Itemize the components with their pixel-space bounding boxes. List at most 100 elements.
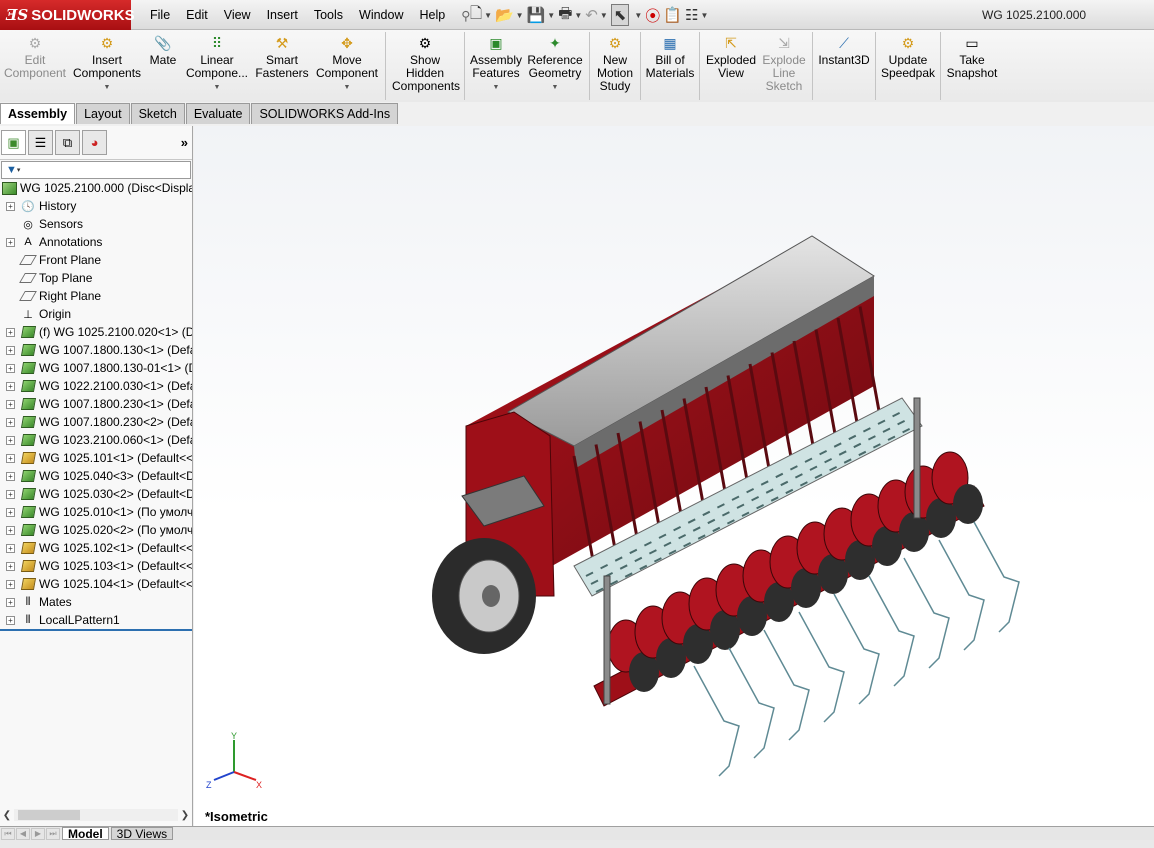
view-settings-icon[interactable]: ▣ — [964, 126, 981, 127]
tree-item[interactable]: + WG 1007.1800.130<1> (Defau — [0, 341, 192, 359]
print-icon[interactable]: 🖶 ▼ — [558, 4, 582, 26]
menu-edit[interactable]: Edit — [178, 8, 216, 22]
tab-3d-views[interactable]: 3D Views — [110, 827, 174, 841]
tree-item[interactable]: + WG 1025.040<3> (Default<D — [0, 467, 192, 485]
previous-view-icon[interactable]: ↺ — [780, 126, 797, 127]
options-icon[interactable]: ☷ ▼ — [685, 4, 708, 26]
expand-toggle-icon[interactable]: + — [6, 525, 15, 535]
new-document-icon[interactable]: 🗋 ▼ — [470, 4, 492, 26]
tree-item[interactable]: + WG 1023.2100.060<1> (Defa — [0, 431, 192, 449]
instant3d-button[interactable]: ⟋ Instant3D — [816, 30, 872, 67]
expand-toggle-icon[interactable]: + — [6, 201, 15, 211]
prev-tab-icon[interactable]: ◀ — [16, 827, 30, 840]
zoom-to-fit-icon[interactable]: 🔍 — [734, 126, 751, 127]
menu-view[interactable]: View — [216, 8, 259, 22]
feature-manager-tab-icon[interactable]: ▣ — [1, 130, 26, 155]
insert-components-button[interactable]: ⚙ Insert Components ▼ — [70, 30, 144, 94]
new-motion-study-button[interactable]: ⚙ New Motion Study — [593, 30, 637, 93]
tree-item[interactable]: + WG 1007.1800.230<1> (Defa — [0, 395, 192, 413]
expand-toggle-icon[interactable]: + — [6, 237, 15, 247]
tab-addins[interactable]: SOLIDWORKS Add-Ins — [251, 103, 399, 124]
edit-component-button[interactable]: ⚙ Edit Component — [0, 30, 70, 80]
menu-file[interactable]: File — [142, 8, 178, 22]
scroll-left-icon[interactable]: ❮ — [0, 810, 14, 821]
configuration-manager-tab-icon[interactable]: ⧉ — [55, 130, 80, 155]
view-orientation-icon[interactable]: ⬓ — [849, 126, 866, 127]
menu-window[interactable]: Window — [351, 8, 411, 22]
tree-item[interactable]: + WG 1025.010<1> (По умолч — [0, 503, 192, 521]
expand-toggle-icon[interactable]: + — [6, 345, 15, 355]
expand-toggle-icon[interactable]: + — [6, 471, 15, 481]
tree-item[interactable]: + WG 1025.103<1> (Default<< — [0, 557, 192, 575]
section-view-icon[interactable]: ◧ — [803, 126, 820, 127]
tree-item[interactable]: Right Plane — [0, 287, 192, 305]
expand-toggle-icon[interactable]: + — [6, 327, 15, 337]
expand-toggle-icon[interactable]: + — [6, 453, 15, 463]
solidworks-logo[interactable]: ƎS SOLIDWORKS — [0, 0, 135, 30]
property-manager-tab-icon[interactable]: ☰ — [28, 130, 53, 155]
tree-item[interactable]: ◎ Sensors — [0, 215, 192, 233]
expand-toggle-icon[interactable]: + — [6, 543, 15, 553]
tree-item[interactable]: + A Annotations — [0, 233, 192, 251]
tree-item[interactable]: + WG 1025.102<1> (Default<< — [0, 539, 192, 557]
tree-item[interactable]: + WG 1025.030<2> (Default<D — [0, 485, 192, 503]
file-properties-icon[interactable]: 📋 — [663, 4, 682, 26]
select-cursor-icon[interactable]: ⬉ — [610, 4, 630, 26]
open-folder-icon[interactable]: 📂 ▼ — [495, 4, 524, 26]
last-tab-icon[interactable]: ⏭ — [46, 827, 60, 840]
tree-item[interactable]: Front Plane — [0, 251, 192, 269]
expand-toggle-icon[interactable]: + — [6, 597, 15, 607]
first-tab-icon[interactable]: ⏮ — [1, 827, 15, 840]
tree-item[interactable]: + WG 1022.2100.030<1> (Defa — [0, 377, 192, 395]
expand-toggle-icon[interactable]: + — [6, 363, 15, 373]
dynamic-annotation-icon[interactable]: ✎ — [826, 126, 843, 127]
menu-insert[interactable]: Insert — [259, 8, 306, 22]
tab-assembly[interactable]: Assembly — [0, 103, 76, 124]
tree-rollback-bar[interactable] — [0, 629, 192, 631]
smart-fasteners-button[interactable]: ⚒ Smart Fasteners — [252, 30, 312, 80]
save-icon[interactable]: 💾 ▼ — [527, 4, 556, 26]
dropdown-arrow-icon[interactable]: ▼ — [214, 81, 221, 94]
tab-sketch[interactable]: Sketch — [130, 103, 185, 124]
expand-toggle-icon[interactable]: + — [6, 381, 15, 391]
bill-of-materials-button[interactable]: ▦ Bill of Materials — [644, 30, 696, 80]
seed-drill-model[interactable] — [194, 126, 1154, 826]
expand-tabs-icon[interactable]: » — [181, 135, 188, 150]
select-dropdown-icon[interactable]: ▼ — [632, 4, 642, 26]
hide-show-items-icon[interactable]: 👁 — [895, 126, 912, 127]
tree-item[interactable]: + WG 1007.1800.230<2> (Defa — [0, 413, 192, 431]
display-manager-tab-icon[interactable]: ◕ — [82, 130, 107, 155]
expand-toggle-icon[interactable]: + — [6, 399, 15, 409]
tree-item[interactable]: + ⫴ Mates — [0, 593, 192, 611]
rebuild-traffic-light-icon[interactable]: ⦿ — [645, 4, 660, 26]
expand-toggle-icon[interactable]: + — [6, 579, 15, 589]
horizontal-scrollbar[interactable]: ❮ ❯ — [0, 808, 192, 822]
expand-toggle-icon[interactable]: + — [6, 507, 15, 517]
menu-tools[interactable]: Tools — [306, 8, 351, 22]
expand-toggle-icon[interactable]: + — [6, 417, 15, 427]
exploded-view-button[interactable]: ⇱ Exploded View — [703, 30, 759, 80]
tree-item[interactable]: + 🕓 History — [0, 197, 192, 215]
edit-appearance-icon[interactable]: ◕ — [918, 126, 935, 127]
tree-item[interactable]: + WG 1025.020<2> (По умолч — [0, 521, 192, 539]
explode-line-sketch-button[interactable]: ⇲ Explode Line Sketch — [759, 30, 809, 93]
expand-toggle-icon[interactable]: + — [6, 615, 15, 625]
linear-pattern-button[interactable]: ⠿ Linear Compone... ▼ — [182, 30, 252, 94]
scroll-right-icon[interactable]: ❯ — [178, 810, 192, 821]
tab-model[interactable]: Model — [62, 827, 109, 841]
next-tab-icon[interactable]: ▶ — [31, 827, 45, 840]
mate-button[interactable]: 📎 Mate — [144, 30, 182, 67]
display-style-icon[interactable]: ◩ — [872, 126, 889, 127]
apply-scene-icon[interactable]: ☁ — [941, 126, 958, 127]
tree-item[interactable]: + WG 1007.1800.130-01<1> (D — [0, 359, 192, 377]
dropdown-arrow-icon[interactable]: ▼ — [552, 81, 559, 94]
zoom-to-area-icon[interactable]: 🔎 — [757, 126, 774, 127]
graphics-area[interactable]: 🔍 🔎 ↺ ◧ ✎ ⬓ ◩ 👁 ◕ ☁ ▣ Y X Z *Isometric — [194, 126, 1154, 826]
move-component-button[interactable]: ✥ Move Component ▼ — [312, 30, 382, 94]
dropdown-arrow-icon[interactable]: ▼ — [493, 81, 500, 94]
assembly-features-button[interactable]: ▣ Assembly Features ▼ — [468, 30, 524, 94]
dropdown-arrow-icon[interactable]: ▼ — [344, 81, 351, 94]
undo-icon[interactable]: ↶ ▼ — [585, 4, 608, 26]
tree-item[interactable]: + (f) WG 1025.2100.020<1> (De — [0, 323, 192, 341]
scroll-thumb[interactable] — [18, 810, 80, 820]
